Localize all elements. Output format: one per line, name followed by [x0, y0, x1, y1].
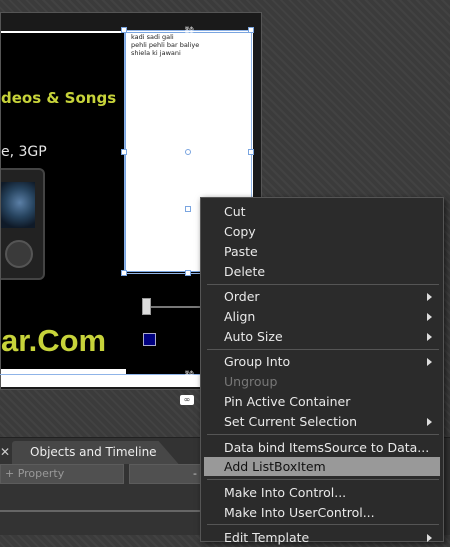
resize-handle-tl[interactable] [121, 27, 127, 33]
menu-item-delete[interactable]: Delete [204, 262, 440, 281]
menu-item-label: Group Into [224, 354, 291, 369]
listbox-item[interactable]: pehli pehli bar baliye [126, 41, 251, 49]
menu-item-order[interactable]: Order [204, 287, 440, 306]
player-wheel [5, 240, 33, 268]
menu-item-label: Data bind ItemsSource to Data... [224, 440, 430, 455]
context-menu[interactable]: Cut Copy Paste Delete Order Align Auto S… [200, 197, 444, 545]
menu-item-label: Order [224, 289, 260, 304]
menu-separator [207, 434, 439, 435]
menu-item-make-into-usercontrol[interactable]: Make Into UserControl... [204, 503, 440, 522]
menu-item-label: Edit Template [224, 530, 310, 545]
menu-item-set-current-selection[interactable]: Set Current Selection [204, 412, 440, 431]
menu-item-label: Make Into Control... [224, 485, 347, 500]
menu-item-add-listboxitem[interactable]: Add ListBoxItem [204, 457, 440, 476]
menu-item-ungroup[interactable]: Ungroup [204, 372, 440, 391]
banner-headline: deos & Songs [1, 89, 117, 107]
infinity-link-icon[interactable]: ∞ [180, 395, 194, 405]
menu-item-align[interactable]: Align [204, 307, 440, 326]
menu-item-cut[interactable]: Cut [204, 202, 440, 221]
submenu-arrow-icon [427, 418, 432, 426]
resize-handle-bl[interactable] [121, 270, 127, 276]
property-search-input[interactable]: + Property [0, 464, 124, 484]
menu-item-pin-active-container[interactable]: Pin Active Container [204, 392, 440, 411]
menu-separator [207, 284, 439, 285]
menu-separator [207, 349, 439, 350]
menu-item-paste[interactable]: Paste [204, 242, 440, 261]
menu-item-auto-size[interactable]: Auto Size [204, 327, 440, 346]
menu-item-group-into[interactable]: Group Into [204, 352, 440, 371]
center-point-handle[interactable] [185, 149, 191, 155]
menu-item-label: Ungroup [224, 374, 278, 389]
menu-item-label: Paste [224, 244, 258, 259]
resize-handle-bc[interactable] [185, 206, 191, 212]
menu-item-label: Cut [224, 204, 246, 219]
player-screen [1, 182, 35, 228]
tab-objects-and-timeline[interactable]: Objects and Timeline [12, 441, 179, 464]
submenu-arrow-icon [427, 534, 432, 542]
submenu-arrow-icon [427, 358, 432, 366]
media-banner[interactable]: deos & Songs e, 3GP ar.Com [1, 33, 127, 369]
submenu-arrow-icon [427, 293, 432, 301]
menu-separator [207, 479, 439, 480]
slider-track[interactable] [145, 306, 205, 308]
menu-item-make-into-control[interactable]: Make Into Control... [204, 483, 440, 502]
menu-item-label: Delete [224, 264, 266, 279]
submenu-arrow-icon [427, 333, 432, 341]
menu-item-label: Copy [224, 224, 256, 239]
chain-link-icon[interactable]: ⛓ [183, 27, 196, 39]
resize-handle-ml[interactable] [121, 149, 127, 155]
menu-item-label: Align [224, 309, 256, 324]
menu-item-label: Auto Size [224, 329, 283, 344]
menu-item-label: Set Current Selection [224, 414, 358, 429]
slider-thumb[interactable] [142, 298, 151, 315]
panel-field[interactable]: - [129, 464, 201, 484]
menu-item-label: Add ListBoxItem [224, 459, 326, 474]
color-swatch[interactable] [143, 333, 156, 346]
menu-item-copy[interactable]: Copy [204, 222, 440, 241]
resize-handle-mr[interactable] [248, 149, 254, 155]
banner-subline: e, 3GP [1, 144, 47, 160]
media-player-image [1, 168, 45, 280]
menu-separator [207, 524, 439, 525]
close-icon[interactable]: ✕ [0, 441, 10, 463]
menu-item-data-bind-itemssource[interactable]: Data bind ItemsSource to Data... [204, 438, 440, 457]
menu-item-edit-template[interactable]: Edit Template [204, 528, 440, 547]
panel-divider [0, 510, 202, 512]
menu-item-label: Make Into UserControl... [224, 505, 375, 520]
menu-item-label: Pin Active Container [224, 394, 351, 409]
resize-handle-tr[interactable] [248, 27, 254, 33]
submenu-arrow-icon [427, 313, 432, 321]
listbox-item[interactable]: shiela ki jawani [126, 49, 251, 57]
banner-brand: ar.Com [1, 323, 107, 358]
resize-handle-bm[interactable] [185, 270, 191, 276]
chain-link-icon[interactable]: ⛓ [183, 371, 196, 383]
